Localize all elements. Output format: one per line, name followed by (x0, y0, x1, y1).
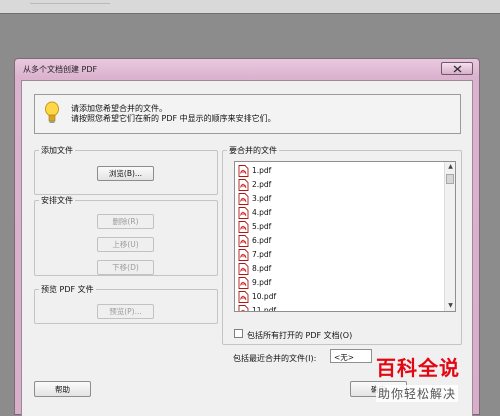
arrange-files-group: 安排文件 删除(R) 上移(U) 下移(D) (34, 195, 218, 276)
file-list-item[interactable]: 7.pdf (238, 248, 438, 262)
preview-legend: 预览 PDF 文件 (41, 285, 94, 294)
file-list-item[interactable]: 1.pdf (238, 164, 438, 178)
window-title: 从多个文档创建 PDF (23, 65, 98, 74)
file-name: 2.pdf (252, 180, 272, 189)
watermark-subtitle: 助你轻松解决 (376, 385, 459, 402)
file-list-item[interactable]: 8.pdf (238, 262, 438, 276)
arrange-files-legend: 安排文件 (41, 196, 73, 205)
file-list-item[interactable]: 4.pdf (238, 206, 438, 220)
pdf-file-icon (238, 207, 249, 221)
move-down-button[interactable]: 下移(D) (97, 260, 154, 275)
file-list-item[interactable]: 11.pdf (238, 304, 438, 312)
pdf-file-icon (238, 263, 249, 277)
file-name: 1.pdf (252, 166, 272, 175)
file-name: 11.pdf (252, 306, 277, 312)
background-app-strip (0, 0, 500, 14)
merge-files-legend: 要合并的文件 (229, 146, 277, 155)
include-open-label: 包括所有打开的 PDF 文档(O) (247, 331, 353, 340)
file-list-item[interactable]: 5.pdf (238, 220, 438, 234)
file-list-item[interactable]: 3.pdf (238, 192, 438, 206)
title-bar[interactable]: 从多个文档创建 PDF (15, 59, 479, 79)
add-files-legend: 添加文件 (41, 146, 73, 155)
file-list-item[interactable]: 2.pdf (238, 178, 438, 192)
browse-button[interactable]: 浏览(B)... (97, 166, 154, 181)
scroll-down-icon[interactable]: ▼ (447, 302, 454, 310)
pdf-file-icon (238, 165, 249, 179)
pdf-file-icon (238, 193, 249, 207)
help-button[interactable]: 帮助 (34, 381, 91, 397)
file-name: 7.pdf (252, 250, 272, 259)
file-list-item[interactable]: 6.pdf (238, 234, 438, 248)
file-name: 5.pdf (252, 222, 272, 231)
pdf-file-icon (238, 291, 249, 305)
pdf-file-icon (238, 221, 249, 235)
pdf-file-icon (238, 249, 249, 263)
file-name: 6.pdf (252, 236, 272, 245)
file-list-item[interactable]: 10.pdf (238, 290, 438, 304)
file-name: 10.pdf (252, 292, 277, 301)
watermark-title: 百科全说 (376, 356, 460, 380)
add-files-group: 添加文件 浏览(B)... (34, 145, 218, 195)
scroll-up-icon[interactable]: ▲ (447, 163, 454, 171)
preview-button[interactable]: 预览(P)... (97, 304, 154, 319)
hint-panel: 请添加您希望合并的文件。 请按照您希望它们在新的 PDF 中显示的顺序来安排它们… (34, 94, 461, 134)
recent-files-label: 包括最近合并的文件(I): (233, 354, 317, 363)
file-name: 3.pdf (252, 194, 272, 203)
hint-line-2: 请按照您希望它们在新的 PDF 中显示的顺序来安排它们。 (71, 114, 276, 123)
move-up-button[interactable]: 上移(U) (97, 237, 154, 252)
file-name: 8.pdf (252, 264, 272, 273)
include-open-checkbox[interactable] (234, 329, 243, 338)
file-list-scrollbar[interactable]: ▲ ▼ (444, 162, 455, 311)
close-icon (453, 65, 462, 73)
pdf-file-icon (238, 277, 249, 291)
preview-group: 预览 PDF 文件 预览(P)... (34, 284, 218, 324)
file-list[interactable]: 1.pdf 2.pdf 3.pdf 4.pdf 5.pdf 6.pdf 7.pdf 8.pdf… (234, 161, 456, 312)
pdf-file-icon (238, 235, 249, 249)
pdf-file-icon (238, 305, 249, 311)
file-list-item[interactable]: 9.pdf (238, 276, 438, 290)
recent-files-select[interactable]: <无> (330, 349, 372, 363)
file-name: 9.pdf (252, 278, 272, 287)
pdf-file-icon (238, 179, 249, 193)
delete-button[interactable]: 删除(R) (97, 214, 154, 229)
merge-files-group: 要合并的文件 1.pdf 2.pdf 3.pdf 4.pdf 5.pdf 6.pdf 7.p… (222, 145, 462, 345)
recent-files-value: <无> (334, 353, 355, 362)
scroll-thumb[interactable] (446, 174, 454, 184)
close-button[interactable] (441, 62, 473, 75)
lightbulb-icon (45, 101, 59, 123)
file-name: 4.pdf (252, 208, 272, 217)
